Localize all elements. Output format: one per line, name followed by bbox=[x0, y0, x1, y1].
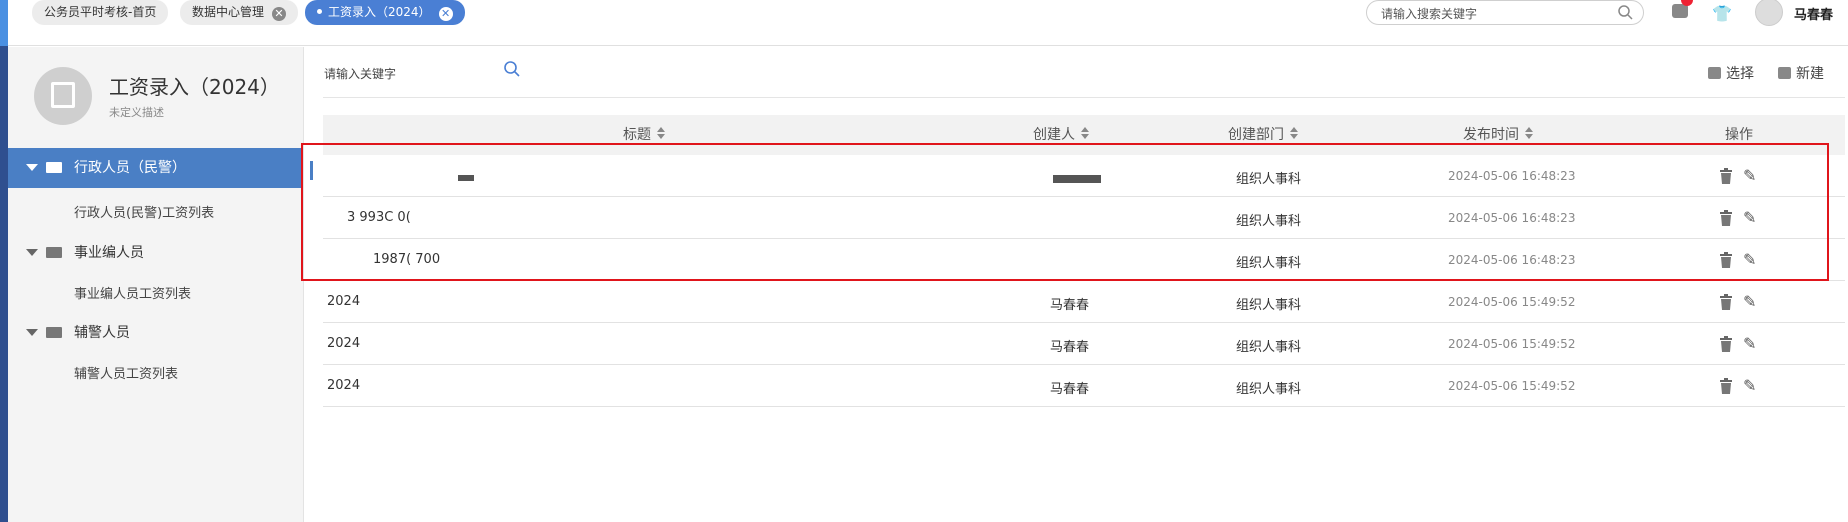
table-row[interactable]: 2024 马春春 组织人事科 2024-05-06 15:49:52 ✎ bbox=[323, 281, 1845, 323]
sidebar-item-institution-salary-list[interactable]: 事业编人员工资列表 bbox=[74, 283, 191, 302]
cell-time: 2024-05-06 15:49:52 bbox=[1448, 379, 1576, 393]
trash-icon[interactable] bbox=[1719, 378, 1732, 394]
search-placeholder: 请输入搜索关键字 bbox=[1381, 7, 1478, 21]
cell-creator: 马春春 bbox=[1050, 298, 1090, 313]
sidebar: 工资录入（2024） 未定义描述 行政人员（民警） 行政人员(民警)工资列表 事… bbox=[8, 47, 304, 522]
sort-icon bbox=[1081, 127, 1089, 139]
folder-icon bbox=[46, 162, 62, 173]
app-title: 工资录入（2024） bbox=[109, 75, 280, 99]
folder-icon bbox=[46, 327, 62, 338]
left-edge-strip bbox=[0, 0, 8, 522]
cell-title: 2024 bbox=[327, 378, 361, 393]
sort-icon bbox=[1290, 127, 1298, 139]
checkbox-icon bbox=[1708, 67, 1721, 79]
cell-department: 组织人事科 bbox=[1236, 298, 1302, 313]
sidebar-item-admin-salary-list[interactable]: 行政人员(民警)工资列表 bbox=[74, 202, 214, 221]
cell-time: 2024-05-06 15:49:52 bbox=[1448, 337, 1576, 351]
sidebar-group-auxiliary-police[interactable]: 辅警人员 bbox=[8, 313, 303, 353]
sidebar-group-label: 行政人员（民警） bbox=[74, 160, 186, 176]
global-search-input[interactable]: 请输入搜索关键字 bbox=[1366, 0, 1644, 25]
app-description: 未定义描述 bbox=[109, 106, 164, 119]
trash-icon[interactable] bbox=[1719, 336, 1732, 352]
main-content: 请输入关键字 选择 新建 标题 创建人 创建部门 发布时间 操作 组织人事科 2… bbox=[305, 47, 1848, 522]
new-label: 新建 bbox=[1796, 66, 1824, 82]
tab-salary-entry[interactable]: 工资录入（2024） ✕ bbox=[305, 0, 465, 25]
username[interactable]: 马春春 bbox=[1794, 4, 1833, 23]
cell-creator: 马春春 bbox=[1050, 340, 1090, 355]
plus-icon bbox=[1778, 67, 1791, 79]
sidebar-group-label: 事业编人员 bbox=[74, 245, 144, 261]
table-row[interactable]: 2024 马春春 组织人事科 2024-05-06 15:49:52 ✎ bbox=[323, 365, 1845, 407]
message-icon[interactable] bbox=[1672, 4, 1688, 18]
folder-icon bbox=[46, 247, 62, 258]
edit-icon[interactable]: ✎ bbox=[1743, 376, 1756, 395]
avatar[interactable] bbox=[1755, 0, 1783, 26]
active-dot-icon bbox=[317, 9, 322, 14]
sidebar-group-label: 辅警人员 bbox=[74, 325, 130, 341]
app-logo-icon bbox=[34, 67, 92, 125]
search-icon[interactable] bbox=[1617, 4, 1633, 23]
sidebar-group-admin-staff[interactable]: 行政人员（民警） bbox=[8, 148, 303, 188]
caret-down-icon bbox=[26, 249, 38, 256]
new-button[interactable]: 新建 bbox=[1778, 63, 1824, 83]
edit-icon[interactable]: ✎ bbox=[1743, 292, 1756, 311]
cell-department: 组织人事科 bbox=[1236, 340, 1302, 355]
tab-label: 数据中心管理 bbox=[192, 5, 265, 19]
tab-data-center[interactable]: 数据中心管理 ✕ bbox=[180, 0, 299, 25]
close-icon[interactable]: ✕ bbox=[438, 7, 453, 21]
close-icon[interactable]: ✕ bbox=[272, 7, 287, 21]
tab-label: 公务员平时考核-首页 bbox=[44, 5, 157, 19]
cell-creator: 马春春 bbox=[1050, 382, 1090, 397]
cell-title: 2024 bbox=[327, 336, 361, 351]
shirt-icon[interactable]: 👕 bbox=[1712, 4, 1732, 23]
sort-icon bbox=[1525, 127, 1533, 139]
sort-icon bbox=[657, 127, 665, 139]
cell-department: 组织人事科 bbox=[1236, 382, 1302, 397]
search-icon[interactable] bbox=[503, 60, 521, 82]
trash-icon[interactable] bbox=[1719, 294, 1732, 310]
sidebar-group-institution-staff[interactable]: 事业编人员 bbox=[8, 233, 303, 273]
caret-down-icon bbox=[26, 329, 38, 336]
annotation-highlight-box bbox=[301, 143, 1829, 281]
sidebar-item-auxiliary-salary-list[interactable]: 辅警人员工资列表 bbox=[74, 363, 178, 382]
select-button[interactable]: 选择 bbox=[1708, 63, 1754, 83]
cell-time: 2024-05-06 15:49:52 bbox=[1448, 295, 1576, 309]
left-edge-accent bbox=[0, 0, 8, 46]
keyword-search-input[interactable]: 请输入关键字 bbox=[324, 65, 396, 82]
search-underline bbox=[323, 97, 1845, 98]
tab-label: 工资录入（2024） bbox=[328, 5, 431, 19]
edit-icon[interactable]: ✎ bbox=[1743, 334, 1756, 353]
top-bar: 公务员平时考核-首页 数据中心管理 ✕ 工资录入（2024） ✕ 请输入搜索关键字 … bbox=[8, 0, 1848, 46]
select-label: 选择 bbox=[1726, 66, 1754, 82]
tab-home[interactable]: 公务员平时考核-首页 bbox=[32, 0, 169, 25]
caret-down-icon bbox=[26, 164, 38, 171]
table-row[interactable]: 2024 马春春 组织人事科 2024-05-06 15:49:52 ✎ bbox=[323, 323, 1845, 365]
cell-title: 2024 bbox=[327, 294, 361, 309]
